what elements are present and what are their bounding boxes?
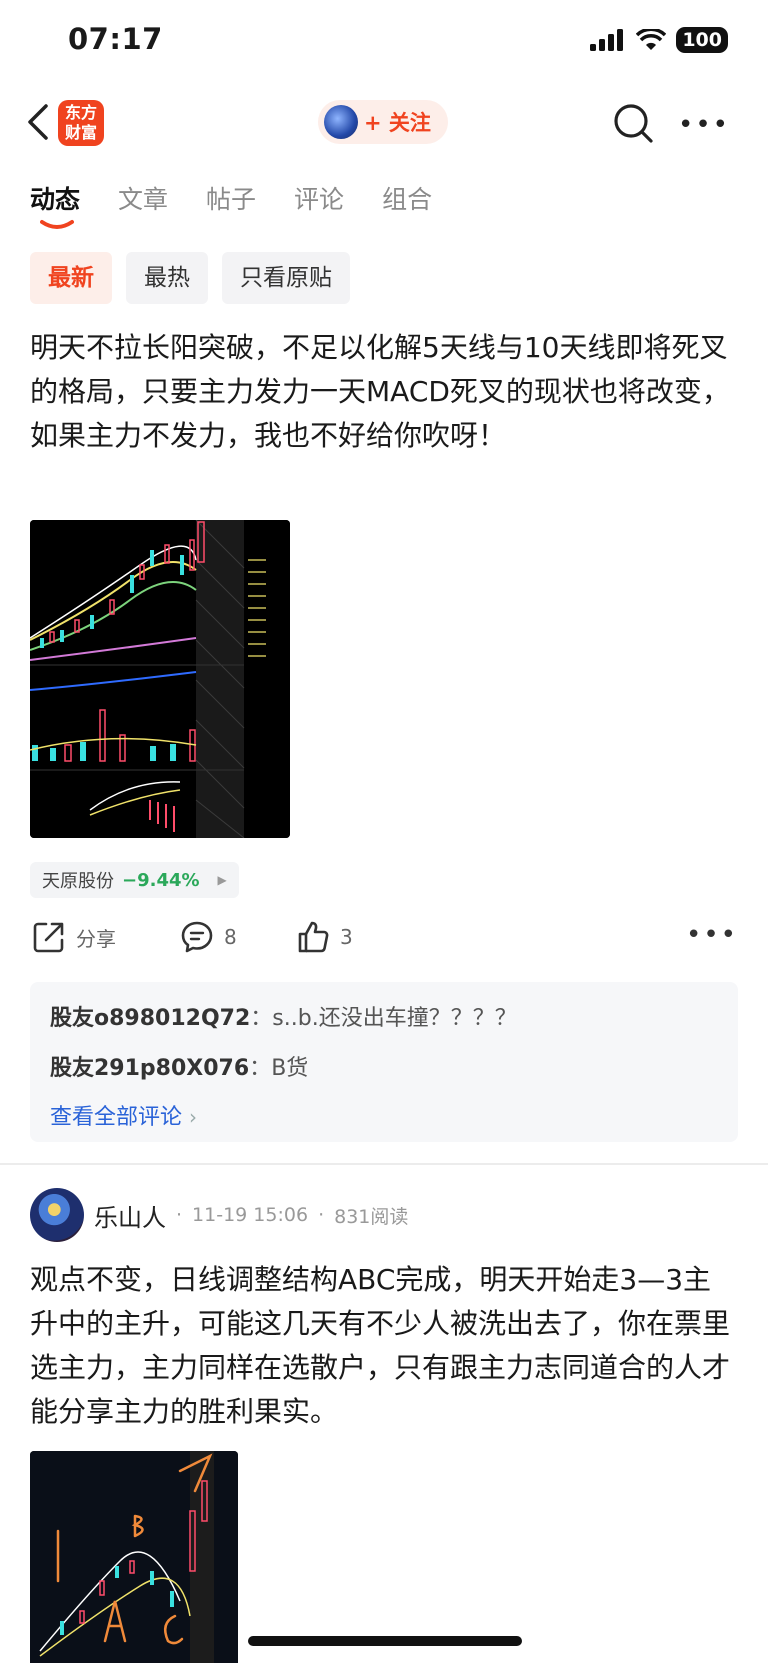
share-icon (33, 922, 64, 953)
see-all-comments-link[interactable]: 查看全部评论 › (50, 1094, 718, 1141)
comment-user[interactable]: 股友o898012Q72 (50, 1006, 250, 1031)
filter-original-only[interactable]: 只看原贴 (222, 252, 350, 304)
filter-chips: 最新 最热 只看原贴 (30, 252, 350, 304)
share-label: 分享 (76, 926, 116, 951)
profile-avatar (324, 105, 358, 139)
comment-count: 8 (224, 925, 237, 949)
post-time: 11-19 15:06 (192, 1204, 309, 1226)
comment-text: B货 (271, 1056, 309, 1081)
home-indicator (248, 1636, 522, 1646)
tab-dynamics[interactable]: 动态 (30, 180, 80, 216)
comment-item[interactable]: 股友o898012Q72：s..b.还没出车撞？？？？ (50, 994, 718, 1044)
app-logo: 东方 财富 (58, 100, 104, 146)
battery-indicator: 100 (676, 27, 728, 53)
meta-separator: · (176, 1204, 183, 1226)
like-count: 3 (340, 925, 353, 949)
post-author-row: 乐山人 · 11-19 15:06 · 831阅读 (30, 1188, 408, 1242)
post-actions: 分享 8 3 ••• (32, 920, 738, 960)
comment-colon: ： (249, 1056, 272, 1081)
filter-hot[interactable]: 最热 (126, 252, 208, 304)
see-all-label: 查看全部评论 (50, 1105, 183, 1130)
like-icon (298, 921, 329, 953)
back-icon[interactable] (24, 102, 54, 142)
comment-item[interactable]: 股友291p80X076：B货 (50, 1044, 718, 1094)
tab-comments[interactable]: 评论 (294, 180, 344, 216)
tab-articles[interactable]: 文章 (118, 180, 168, 216)
tab-portfolio[interactable]: 组合 (382, 180, 432, 216)
post-text[interactable]: 明天不拉长阳突破，不足以化解5天线与10天线即将死叉的格局，只要主力发力一天MA… (30, 326, 738, 458)
stock-name: 天原股份 (42, 871, 114, 892)
share-button[interactable]: 分享 (32, 920, 116, 954)
wifi-icon (636, 29, 667, 50)
meta-separator: · (318, 1204, 325, 1226)
status-time: 07:17 (68, 22, 163, 56)
post-image-chart[interactable] (30, 1451, 238, 1663)
post-image-chart[interactable] (30, 520, 290, 838)
tab-indicator (40, 220, 74, 229)
author-name[interactable]: 乐山人 (94, 1198, 166, 1233)
more-icon[interactable]: ••• (678, 110, 730, 140)
comment-text: s..b.还没出车撞？？？？ (272, 1006, 517, 1031)
read-count: 831阅读 (334, 1205, 409, 1228)
tab-posts[interactable]: 帖子 (206, 180, 256, 216)
search-icon[interactable] (612, 102, 654, 144)
author-avatar[interactable] (30, 1188, 84, 1242)
filter-latest[interactable]: 最新 (30, 252, 112, 304)
tab-bar: 动态 文章 帖子 评论 组合 (30, 180, 432, 216)
post-divider (0, 1163, 768, 1165)
comment-button[interactable]: 8 (180, 920, 237, 954)
post-more-icon[interactable]: ••• (686, 920, 738, 950)
chevron-right-icon: ▶ (217, 873, 227, 887)
comment-colon: ： (250, 1006, 273, 1031)
like-button[interactable]: 3 (296, 920, 353, 954)
stock-tag[interactable]: 天原股份 −9.44% ▶ (30, 862, 239, 898)
stock-chart-image (30, 520, 290, 838)
comment-user[interactable]: 股友291p80X076 (50, 1056, 249, 1081)
signal-icon (590, 29, 624, 51)
stock-change: −9.44% (122, 869, 200, 891)
comment-icon (181, 921, 213, 953)
follow-label: + 关注 (364, 111, 431, 135)
post-text[interactable]: 观点不变，日线调整结构ABC完成，明天开始走3—3主升中的主升，可能这几天有不少… (30, 1258, 738, 1434)
chevron-right-icon: › (189, 1105, 198, 1129)
comment-preview[interactable]: 股友o898012Q72：s..b.还没出车撞？？？？ 股友291p80X076… (30, 982, 738, 1142)
status-icons: 100 (590, 27, 728, 53)
follow-button[interactable]: + 关注 (318, 100, 448, 144)
stock-chart-image (30, 1451, 238, 1663)
